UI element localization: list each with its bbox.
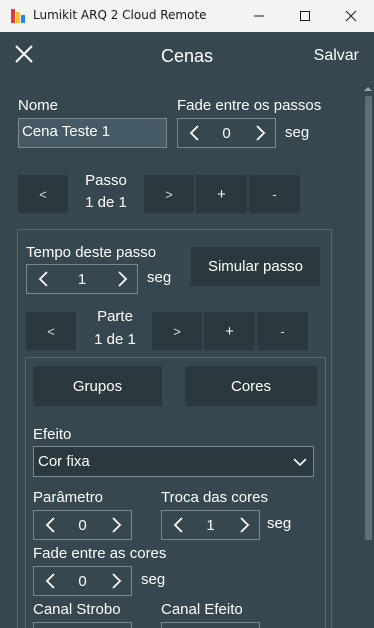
chevron-right-icon[interactable] — [235, 516, 253, 534]
param-label: Parâmetro — [33, 489, 104, 506]
step-time-stepper[interactable]: 1 — [26, 264, 138, 294]
step-time-label: Tempo deste passo — [26, 244, 157, 261]
strobe-channel-stepper[interactable] — [33, 622, 132, 628]
param-stepper[interactable]: 0 — [33, 510, 132, 540]
scrollbar-thumb[interactable] — [365, 96, 372, 540]
add-part-button[interactable]: + — [204, 312, 255, 350]
scrollbar[interactable] — [362, 84, 374, 628]
minimize-button[interactable] — [236, 0, 282, 32]
effect-label: Efeito — [33, 426, 72, 443]
part-counter: 1 de 1 — [94, 331, 136, 348]
app-logo-icon — [11, 9, 25, 23]
step-time-unit: seg — [147, 269, 172, 286]
color-fade-label: Fade entre as cores — [33, 545, 167, 562]
chevron-right-icon[interactable] — [251, 124, 269, 142]
color-swap-stepper[interactable]: 1 — [161, 510, 260, 540]
step-title: Passo — [85, 172, 127, 189]
close-icon — [345, 10, 357, 22]
strobe-channel-label: Canal Strobo — [33, 601, 121, 618]
color-swap-unit: seg — [267, 515, 292, 532]
color-fade-stepper[interactable]: 0 — [33, 566, 132, 596]
maximize-button[interactable] — [282, 0, 328, 32]
scroll-up-icon[interactable] — [363, 84, 373, 94]
remove-step-button[interactable]: - — [249, 175, 300, 213]
effect-select-value: Cor fixa — [38, 453, 90, 470]
fade-steps-label: Fade entre os passos — [177, 97, 322, 114]
effect-channel-stepper[interactable] — [161, 622, 260, 628]
prev-part-button[interactable]: < — [26, 312, 76, 350]
fade-steps-unit: seg — [285, 124, 310, 141]
chevron-right-icon[interactable] — [107, 516, 125, 534]
maximize-icon — [300, 11, 310, 21]
minimize-icon — [254, 15, 264, 17]
effect-select[interactable]: Cor fixa — [33, 446, 314, 477]
part-title: Parte — [97, 308, 133, 325]
effect-channel-label: Canal Efeito — [161, 601, 243, 618]
simulate-step-button[interactable]: Simular passo — [191, 247, 320, 286]
add-step-button[interactable]: + — [196, 175, 247, 213]
window-title: Lumikit ARQ 2 Cloud Remote — [33, 8, 207, 22]
next-part-button[interactable]: > — [152, 312, 202, 350]
name-input[interactable]: Cena Teste 1 — [18, 118, 167, 148]
close-window-button[interactable] — [328, 0, 374, 32]
app-header: Cenas Salvar — [0, 32, 374, 78]
next-step-button[interactable]: > — [144, 175, 194, 213]
prev-step-button[interactable]: < — [18, 175, 68, 213]
fade-steps-stepper[interactable]: 0 — [177, 118, 276, 148]
color-swap-label: Troca das cores — [161, 489, 268, 506]
remove-part-button[interactable]: - — [257, 312, 308, 350]
chevron-right-icon[interactable] — [107, 572, 125, 590]
colors-button[interactable]: Cores — [185, 366, 317, 406]
step-counter: 1 de 1 — [85, 194, 127, 211]
chevron-down-icon — [293, 458, 307, 467]
save-button[interactable]: Salvar — [314, 47, 359, 65]
window-titlebar: Lumikit ARQ 2 Cloud Remote — [0, 0, 374, 32]
chevron-right-icon[interactable] — [113, 270, 131, 288]
name-label: Nome — [18, 97, 59, 114]
groups-button[interactable]: Grupos — [33, 366, 162, 406]
color-fade-unit: seg — [141, 571, 166, 588]
